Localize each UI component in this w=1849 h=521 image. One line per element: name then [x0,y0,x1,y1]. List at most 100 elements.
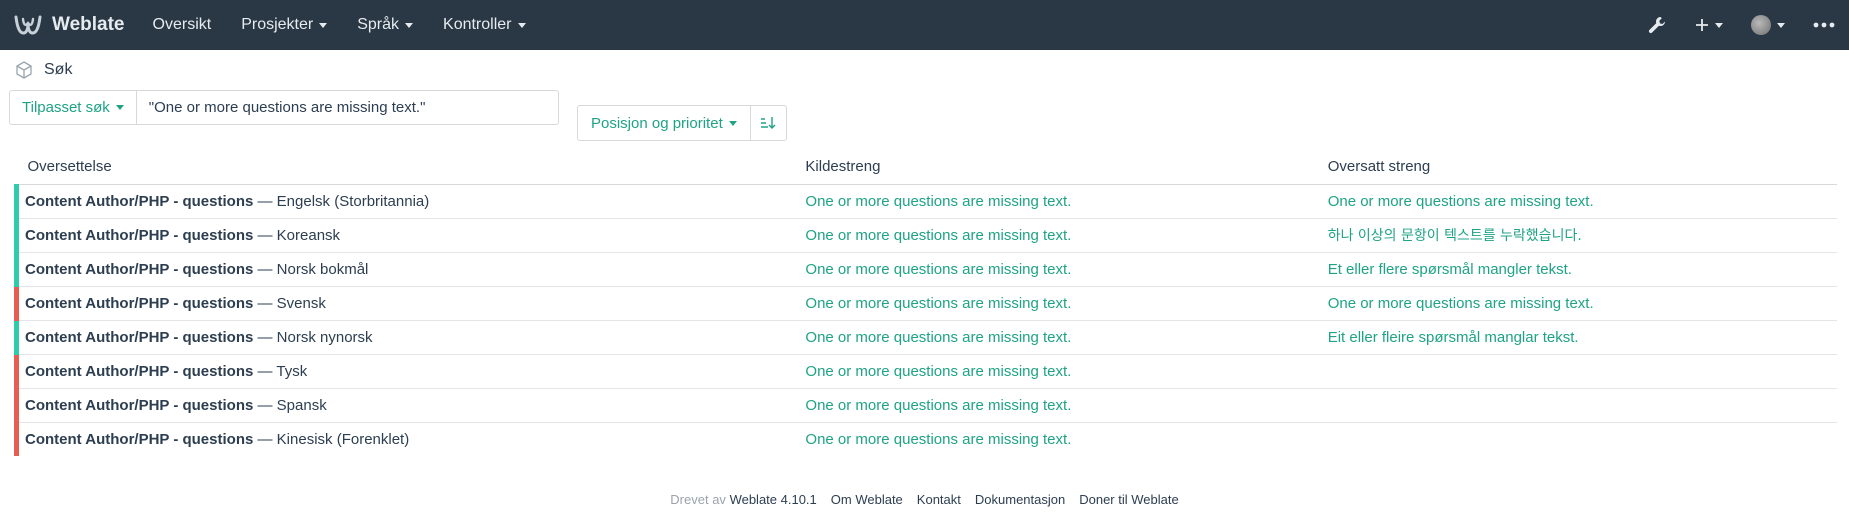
manage-button[interactable] [1647,15,1667,35]
source-string[interactable]: One or more questions are missing text. [794,252,1317,287]
caret-down-icon [319,22,328,28]
breadcrumb: Søk [0,50,1849,90]
source-string[interactable]: One or more questions are missing text. [794,320,1317,355]
documentation-link[interactable]: Dokumentasjon [975,492,1065,507]
component-name: Content Author/PHP - questions [25,192,254,210]
sort-controls: Posisjon og prioritet [577,105,787,141]
translation-cell[interactable]: Content Author/PHP - questions — Koreans… [14,218,795,253]
caret-down-icon [517,22,526,28]
donate-link[interactable]: Doner til Weblate [1079,492,1178,507]
translated-string[interactable]: Eit eller fleire spørsmål manglar tekst. [1316,320,1837,355]
component-name: Content Author/PHP - questions [25,430,254,448]
language-name: Norsk nynorsk [276,328,373,346]
custom-search-button[interactable]: Tilpasset søk [9,90,137,125]
separator: — [253,362,277,380]
column-header-translation: Oversettelse [16,150,795,185]
sort-by-button[interactable]: Posisjon og prioritet [577,105,751,141]
translation-cell[interactable]: Content Author/PHP - questions — Norsk b… [14,252,795,287]
weblate-logo-icon [14,15,42,35]
contact-link[interactable]: Kontakt [917,492,961,507]
separator: — [253,226,277,244]
nav-item-kontroller[interactable]: Kontroller [443,16,526,34]
translation-cell[interactable]: Content Author/PHP - questions — Kinesis… [14,422,795,456]
translation-cell[interactable]: Content Author/PHP - questions — Svensk [14,286,795,321]
sort-ascending-icon [761,117,776,129]
translated-string[interactable]: 하나 이상의 문항이 텍스트를 누락했습니다. [1316,218,1837,253]
separator: — [253,328,277,346]
top-navbar: Weblate Oversikt Prosjekter Språk Kontro… [0,0,1849,50]
source-string[interactable]: One or more questions are missing text. [794,354,1317,389]
table-header-row: Oversettelse Kildestreng Oversatt streng [16,150,1837,185]
custom-search-label: Tilpasset søk [22,99,110,116]
source-string[interactable]: One or more questions are missing text. [794,218,1317,253]
search-form: Tilpasset søk [9,90,559,125]
component-name: Content Author/PHP - questions [25,328,254,346]
nav-item-oversikt[interactable]: Oversikt [153,16,212,34]
table-row[interactable]: Content Author/PHP - questions — Norsk n… [14,320,1837,355]
table-row[interactable]: Content Author/PHP - questions — Spansk … [14,388,1837,423]
translated-string[interactable]: Et eller flere spørsmål mangler tekst. [1316,252,1837,287]
translation-cell[interactable]: Content Author/PHP - questions — Tysk [14,354,795,389]
translation-cell[interactable]: Content Author/PHP - questions — Norsk n… [14,320,795,355]
user-menu-button[interactable] [1751,15,1785,35]
about-link[interactable]: Om Weblate [831,492,903,507]
powered-by: Drevet av Weblate 4.10.1 [670,492,816,507]
nav-item-label: Kontroller [443,16,512,33]
caret-down-icon [405,22,414,28]
footer: Drevet av Weblate 4.10.1 Om Weblate Kont… [0,492,1849,507]
source-string[interactable]: One or more questions are missing text. [794,388,1317,423]
table-row[interactable]: Content Author/PHP - questions — Koreans… [14,218,1837,253]
powered-by-label: Drevet av [670,492,726,507]
language-name: Svensk [276,294,326,312]
avatar [1751,15,1771,35]
translated-string[interactable]: One or more questions are missing text. [1316,184,1837,219]
caret-down-icon [115,105,124,110]
table-row[interactable]: Content Author/PHP - questions — Engelsk… [14,184,1837,219]
component-name: Content Author/PHP - questions [25,294,254,312]
component-name: Content Author/PHP - questions [25,396,254,414]
cube-icon [16,61,32,79]
separator: — [253,192,277,210]
table-row[interactable]: Content Author/PHP - questions — Kinesis… [14,422,1838,456]
nav-item-sprak[interactable]: Språk [357,16,414,34]
brand-name: Weblate [52,14,125,35]
source-string[interactable]: One or more questions are missing text. [794,422,1316,456]
translation-cell[interactable]: Content Author/PHP - questions — Engelsk… [14,184,795,219]
translated-string[interactable] [1316,388,1837,423]
brand-link[interactable]: Weblate [14,14,125,36]
separator: — [253,294,277,312]
table-row[interactable]: Content Author/PHP - questions — Norsk b… [14,252,1837,287]
translation-cell[interactable]: Content Author/PHP - questions — Spansk [14,388,795,423]
source-string[interactable]: One or more questions are missing text. [794,184,1317,219]
search-input[interactable] [136,90,559,125]
nav-item-label: Oversikt [152,16,212,33]
language-name: Norsk bokmål [276,260,369,278]
separator: — [253,430,277,448]
translated-string[interactable] [1317,422,1837,456]
wrench-icon [1648,17,1665,34]
sort-direction-button[interactable] [750,105,787,141]
language-name: Kinesisk (Forenklet) [276,430,410,448]
more-menu-button[interactable] [1813,22,1835,28]
translated-string[interactable]: One or more questions are missing text. [1316,286,1837,321]
language-name: Koreansk [276,226,341,244]
plus-icon [1696,19,1708,31]
add-menu-button[interactable] [1695,18,1723,32]
table-row[interactable]: Content Author/PHP - questions — Tysk On… [14,354,1837,389]
component-name: Content Author/PHP - questions [25,260,254,278]
table-row[interactable]: Content Author/PHP - questions — Svensk … [14,286,1837,321]
nav-item-label: Prosjekter [241,16,314,33]
more-icon [1813,22,1835,28]
search-results-table: Oversettelse Kildestreng Oversatt streng… [14,150,1837,456]
weblate-version-link[interactable]: Weblate 4.10.1 [730,492,817,507]
component-name: Content Author/PHP - questions [25,226,254,244]
nav-item-prosjekter[interactable]: Prosjekter [241,16,328,34]
caret-down-icon [1715,22,1723,28]
source-string[interactable]: One or more questions are missing text. [794,286,1317,321]
caret-down-icon [1777,22,1785,28]
separator: — [253,260,277,278]
translated-string[interactable] [1316,354,1837,389]
caret-down-icon [728,120,737,126]
language-name: Engelsk (Storbritannia) [276,192,430,210]
language-name: Tysk [276,362,308,380]
